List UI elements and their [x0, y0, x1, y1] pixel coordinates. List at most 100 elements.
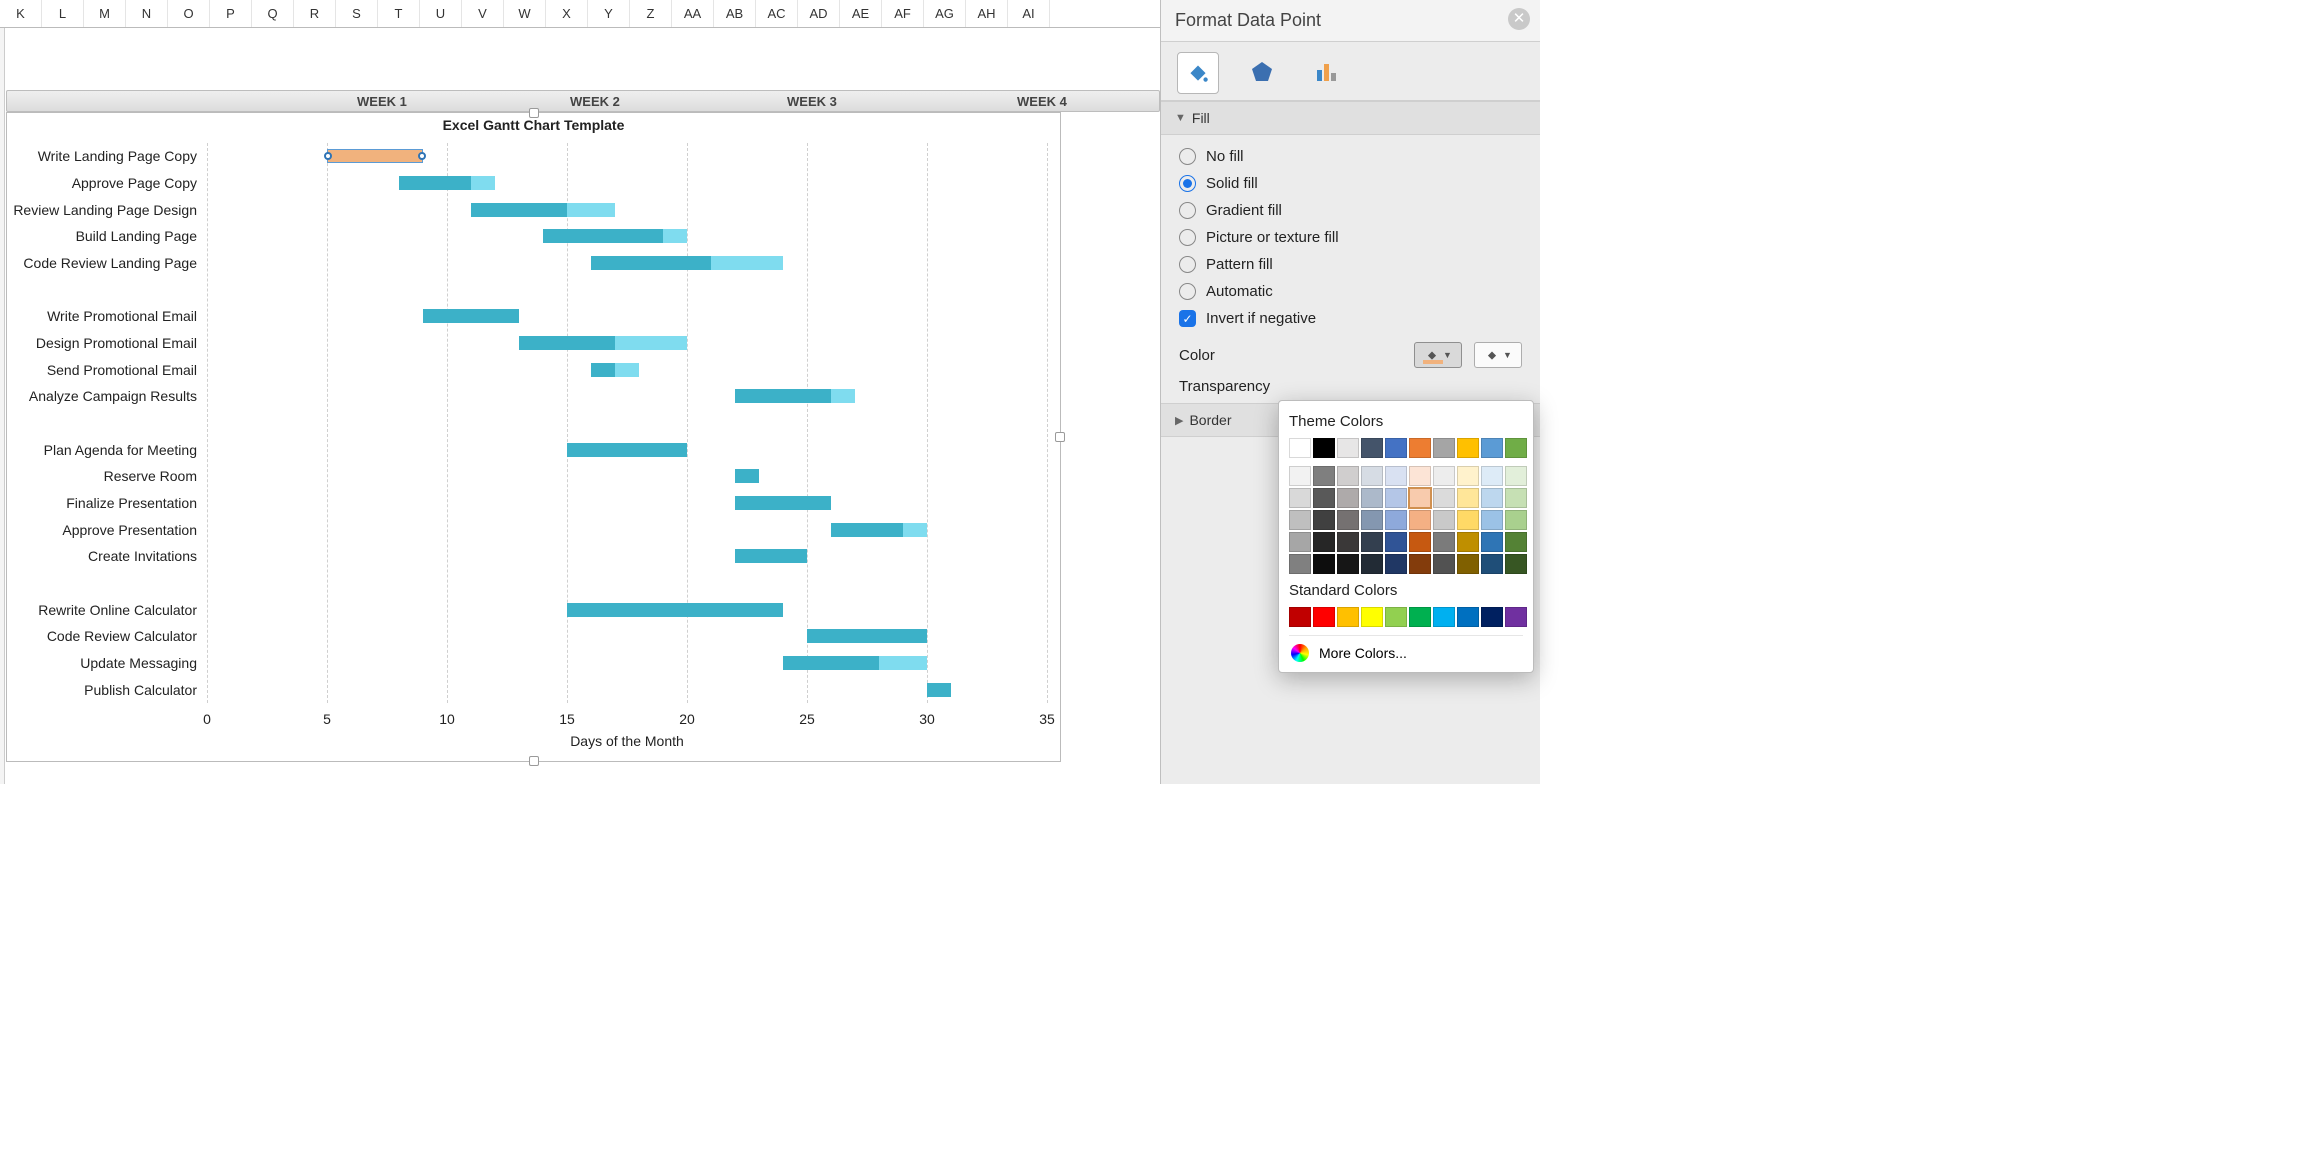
- selection-handle[interactable]: [418, 152, 426, 160]
- color-swatch[interactable]: [1361, 532, 1383, 552]
- task-label[interactable]: Design Promotional Email: [7, 335, 197, 351]
- chart-plot-area[interactable]: Days of the Month 05101520253035Write La…: [207, 143, 1047, 703]
- color-swatch[interactable]: [1313, 488, 1335, 508]
- color-swatch[interactable]: [1337, 466, 1359, 486]
- color-swatch[interactable]: [1289, 510, 1311, 530]
- color-swatch[interactable]: [1289, 607, 1311, 627]
- no-fill-option[interactable]: No fill: [1179, 143, 1522, 170]
- chart-resize-handle[interactable]: [1055, 432, 1065, 442]
- automatic-fill-option[interactable]: Automatic: [1179, 278, 1522, 305]
- gantt-bar[interactable]: [735, 496, 831, 510]
- gantt-bar[interactable]: [567, 603, 783, 617]
- chart-resize-handle[interactable]: [529, 108, 539, 118]
- task-label[interactable]: Reserve Room: [7, 468, 197, 484]
- picture-fill-option[interactable]: Picture or texture fill: [1179, 224, 1522, 251]
- column-header[interactable]: U: [420, 0, 462, 27]
- fill-section-header[interactable]: ▼ Fill: [1161, 101, 1540, 135]
- color-swatch[interactable]: [1409, 510, 1431, 530]
- gantt-bar[interactable]: [519, 336, 687, 350]
- column-header[interactable]: V: [462, 0, 504, 27]
- color-swatch[interactable]: [1409, 532, 1431, 552]
- color-swatch[interactable]: [1433, 554, 1455, 574]
- color-swatch[interactable]: [1409, 607, 1431, 627]
- gantt-bar[interactable]: [735, 389, 855, 403]
- gantt-bar[interactable]: [399, 176, 495, 190]
- color-swatch[interactable]: [1385, 554, 1407, 574]
- task-label[interactable]: Create Invitations: [7, 548, 197, 564]
- color-swatch[interactable]: [1289, 532, 1311, 552]
- column-header[interactable]: K: [0, 0, 42, 27]
- panel-close-button[interactable]: ✕: [1508, 8, 1530, 30]
- color-swatch[interactable]: [1481, 438, 1503, 458]
- task-label[interactable]: Write Landing Page Copy: [7, 148, 197, 164]
- task-label[interactable]: Update Messaging: [7, 655, 197, 671]
- column-header[interactable]: X: [546, 0, 588, 27]
- column-header[interactable]: R: [294, 0, 336, 27]
- color-swatch[interactable]: [1505, 554, 1527, 574]
- task-label[interactable]: Plan Agenda for Meeting: [7, 442, 197, 458]
- task-label[interactable]: Rewrite Online Calculator: [7, 602, 197, 618]
- column-header[interactable]: AI: [1008, 0, 1050, 27]
- color-swatch[interactable]: [1457, 532, 1479, 552]
- color-swatch[interactable]: [1409, 438, 1431, 458]
- invert-if-negative-option[interactable]: ✓ Invert if negative: [1179, 305, 1522, 332]
- color-swatch[interactable]: [1385, 466, 1407, 486]
- fill-color-button[interactable]: ▼: [1414, 342, 1462, 368]
- color-swatch[interactable]: [1313, 466, 1335, 486]
- effects-tab[interactable]: [1241, 52, 1283, 94]
- color-swatch[interactable]: [1385, 438, 1407, 458]
- color-swatch[interactable]: [1505, 607, 1527, 627]
- color-swatch[interactable]: [1481, 607, 1503, 627]
- task-label[interactable]: Build Landing Page: [7, 228, 197, 244]
- gantt-bar[interactable]: [567, 443, 687, 457]
- color-swatch[interactable]: [1433, 438, 1455, 458]
- gantt-bar[interactable]: [783, 656, 927, 670]
- color-swatch[interactable]: [1361, 466, 1383, 486]
- column-header[interactable]: AH: [966, 0, 1008, 27]
- gantt-bar[interactable]: [807, 629, 927, 643]
- color-swatch[interactable]: [1505, 466, 1527, 486]
- color-swatch[interactable]: [1409, 466, 1431, 486]
- color-swatch[interactable]: [1481, 532, 1503, 552]
- column-header[interactable]: L: [42, 0, 84, 27]
- color-swatch[interactable]: [1313, 438, 1335, 458]
- column-header[interactable]: AE: [840, 0, 882, 27]
- color-swatch[interactable]: [1361, 488, 1383, 508]
- column-header[interactable]: AC: [756, 0, 798, 27]
- color-swatch[interactable]: [1289, 488, 1311, 508]
- gantt-bar[interactable]: [591, 256, 783, 270]
- more-colors-button[interactable]: More Colors...: [1289, 635, 1523, 666]
- task-label[interactable]: Code Review Calculator: [7, 628, 197, 644]
- color-swatch[interactable]: [1337, 532, 1359, 552]
- color-swatch[interactable]: [1313, 554, 1335, 574]
- color-swatch[interactable]: [1289, 466, 1311, 486]
- color-swatch[interactable]: [1505, 438, 1527, 458]
- column-header[interactable]: O: [168, 0, 210, 27]
- color-swatch[interactable]: [1433, 607, 1455, 627]
- gantt-bar[interactable]: [327, 149, 423, 163]
- column-header[interactable]: AA: [672, 0, 714, 27]
- column-header[interactable]: W: [504, 0, 546, 27]
- color-swatch[interactable]: [1505, 532, 1527, 552]
- color-swatch[interactable]: [1313, 510, 1335, 530]
- column-header[interactable]: S: [336, 0, 378, 27]
- column-header[interactable]: AB: [714, 0, 756, 27]
- color-swatch[interactable]: [1361, 607, 1383, 627]
- color-swatch[interactable]: [1457, 466, 1479, 486]
- gantt-bar[interactable]: [543, 229, 687, 243]
- color-swatch[interactable]: [1337, 488, 1359, 508]
- chart-resize-handle[interactable]: [529, 756, 539, 766]
- gantt-bar[interactable]: [471, 203, 615, 217]
- color-swatch[interactable]: [1481, 466, 1503, 486]
- x-axis-title[interactable]: Days of the Month: [207, 733, 1047, 749]
- color-swatch[interactable]: [1337, 554, 1359, 574]
- column-header[interactable]: Y: [588, 0, 630, 27]
- column-header[interactable]: N: [126, 0, 168, 27]
- color-swatch[interactable]: [1289, 554, 1311, 574]
- fill-and-line-tab[interactable]: [1177, 52, 1219, 94]
- color-swatch[interactable]: [1289, 438, 1311, 458]
- column-header[interactable]: AF: [882, 0, 924, 27]
- color-swatch[interactable]: [1505, 488, 1527, 508]
- task-label[interactable]: Analyze Campaign Results: [7, 388, 197, 404]
- color-swatch[interactable]: [1457, 438, 1479, 458]
